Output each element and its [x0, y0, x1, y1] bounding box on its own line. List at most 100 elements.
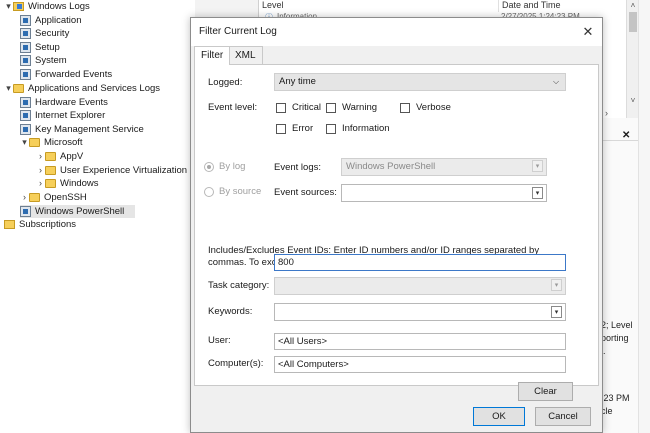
- close-icon[interactable]: ✕: [581, 24, 595, 40]
- folder-icon: [45, 166, 56, 175]
- tree-item-microsoft[interactable]: ▾ Microsoft: [20, 136, 82, 149]
- tree-item-windows[interactable]: › Windows: [36, 177, 99, 190]
- log-icon: [20, 42, 31, 53]
- clear-button[interactable]: Clear: [518, 382, 573, 401]
- radio-dot[interactable]: [204, 161, 214, 172]
- chevron-right-icon[interactable]: ›: [36, 164, 45, 177]
- by-source-radio[interactable]: By source: [204, 186, 261, 197]
- log-icon: [20, 55, 31, 66]
- verbose-checkbox[interactable]: Verbose: [400, 102, 451, 113]
- tree-item-setup[interactable]: Setup: [20, 41, 60, 54]
- tree-item-label: Windows Logs: [28, 1, 90, 12]
- task-category-select[interactable]: ▾: [274, 277, 566, 295]
- chevron-right-icon[interactable]: ›: [36, 150, 45, 163]
- tree-item-forwarded-events[interactable]: Forwarded Events: [20, 68, 112, 81]
- log-icon: [20, 124, 31, 135]
- event-logs-select[interactable]: Windows PowerShell ▾: [341, 158, 547, 176]
- checkbox-label: Information: [342, 123, 390, 134]
- tree-item-label: Application: [35, 15, 82, 26]
- checkbox-box[interactable]: [326, 102, 336, 113]
- log-icon: [20, 97, 31, 108]
- navigation-tree: ▾ Windows Logs Application Security Setu…: [0, 0, 195, 433]
- tree-item-internet-explorer[interactable]: Internet Explorer: [20, 109, 105, 122]
- tree-item-label: Windows: [60, 178, 99, 189]
- close-icon[interactable]: ✕: [622, 130, 630, 141]
- user-input[interactable]: <All Users>: [274, 333, 566, 350]
- radio-label: By source: [219, 186, 262, 197]
- by-log-radio[interactable]: By log: [204, 161, 245, 172]
- tree-item-security[interactable]: Security: [20, 27, 69, 40]
- tree-item-key-management-service[interactable]: Key Management Service: [20, 123, 144, 136]
- tree-item-windows-logs[interactable]: ▾ Windows Logs: [4, 0, 90, 13]
- cancel-button[interactable]: Cancel: [535, 407, 591, 426]
- checkbox-box[interactable]: [276, 102, 286, 113]
- event-level-label: Event level:: [208, 102, 258, 113]
- tree-item-hardware-events[interactable]: Hardware Events: [20, 96, 108, 109]
- chevron-right-icon[interactable]: ›: [20, 191, 29, 204]
- tree-item-label: Applications and Services Logs: [28, 83, 161, 94]
- tree-item-appv[interactable]: › AppV: [36, 150, 83, 163]
- tab-xml[interactable]: XML: [228, 46, 263, 64]
- tree-item-openssh[interactable]: › OpenSSH: [20, 191, 87, 204]
- ok-button[interactable]: OK: [473, 407, 525, 426]
- error-checkbox[interactable]: Error: [276, 123, 313, 134]
- tree-item-label: OpenSSH: [44, 192, 87, 203]
- radio-label: By log: [219, 161, 246, 172]
- dialog-titlebar[interactable]: Filter Current Log ✕: [191, 18, 602, 46]
- scroll-right-icon[interactable]: ›: [605, 108, 608, 118]
- logged-select[interactable]: Any time ⌵: [274, 73, 566, 91]
- dialog-title: Filter Current Log: [199, 26, 277, 37]
- log-icon: [20, 28, 31, 39]
- tab-filter[interactable]: Filter: [194, 46, 231, 65]
- computer-input[interactable]: <All Computers>: [274, 356, 566, 373]
- tree-item-system[interactable]: System: [20, 54, 67, 67]
- tree-item-user-experience-virtualization[interactable]: › User Experience Virtualization: [36, 164, 187, 177]
- grid-scrollbar[interactable]: ˄ ˅: [626, 0, 638, 118]
- event-sources-select[interactable]: ▾: [341, 184, 547, 202]
- tree-item-application[interactable]: Application: [20, 14, 81, 27]
- scroll-thumb[interactable]: [629, 12, 637, 32]
- tree-item-label: AppV: [60, 151, 84, 162]
- tree-item-label: Subscriptions: [19, 219, 77, 230]
- detail-text: :23 PM: [601, 393, 630, 403]
- chevron-down-icon[interactable]: ▾: [4, 82, 13, 95]
- chevron-down-icon[interactable]: ▾: [551, 279, 562, 291]
- keywords-select[interactable]: ▾: [274, 303, 566, 321]
- computer-label: Computer(s):: [208, 358, 264, 369]
- logged-label: Logged:: [208, 77, 243, 88]
- user-label: User:: [208, 335, 231, 346]
- folder-icon: [13, 84, 24, 93]
- checkbox-box[interactable]: [276, 123, 286, 134]
- checkbox-box[interactable]: [400, 102, 410, 113]
- column-header-level[interactable]: Level: [259, 0, 499, 12]
- folder-icon: [45, 152, 56, 161]
- tree-item-label: Security: [35, 28, 70, 39]
- checkbox-box[interactable]: [326, 123, 336, 134]
- chevron-down-icon[interactable]: ▾: [532, 187, 543, 199]
- log-icon: [20, 15, 31, 26]
- filter-dialog: Filter Current Log ✕ Filter XML Logged: …: [190, 17, 603, 433]
- tree-item-label: Internet Explorer: [35, 110, 106, 121]
- checkbox-label: Critical: [292, 102, 322, 113]
- tree-item-subscriptions[interactable]: Subscriptions: [4, 218, 76, 231]
- chevron-down-icon[interactable]: ⌵: [549, 75, 563, 89]
- radio-dot[interactable]: [204, 186, 214, 197]
- event-ids-input[interactable]: 800: [274, 254, 566, 271]
- folder-icon: [13, 2, 24, 11]
- information-checkbox[interactable]: Information: [326, 123, 390, 134]
- tree-item-windows-powershell[interactable]: Windows PowerShell: [20, 205, 135, 218]
- chevron-down-icon[interactable]: ▾: [4, 0, 13, 13]
- tree-item-label: Forwarded Events: [35, 69, 113, 80]
- tree-item-label: Key Management Service: [35, 124, 144, 135]
- chevron-right-icon[interactable]: ›: [36, 177, 45, 190]
- warning-checkbox[interactable]: Warning: [326, 102, 377, 113]
- chevron-down-icon[interactable]: ▾: [551, 306, 562, 318]
- chevron-down-icon[interactable]: ▾: [532, 160, 543, 172]
- checkbox-label: Error: [292, 123, 314, 134]
- critical-checkbox[interactable]: Critical: [276, 102, 321, 113]
- column-header-date[interactable]: Date and Time: [499, 0, 627, 12]
- folder-icon: [29, 193, 40, 202]
- chevron-down-icon[interactable]: ▾: [20, 136, 29, 149]
- tree-item-applications-and-services-logs[interactable]: ▾ Applications and Services Logs: [4, 82, 160, 95]
- detail-text: 2; Level: [601, 320, 633, 330]
